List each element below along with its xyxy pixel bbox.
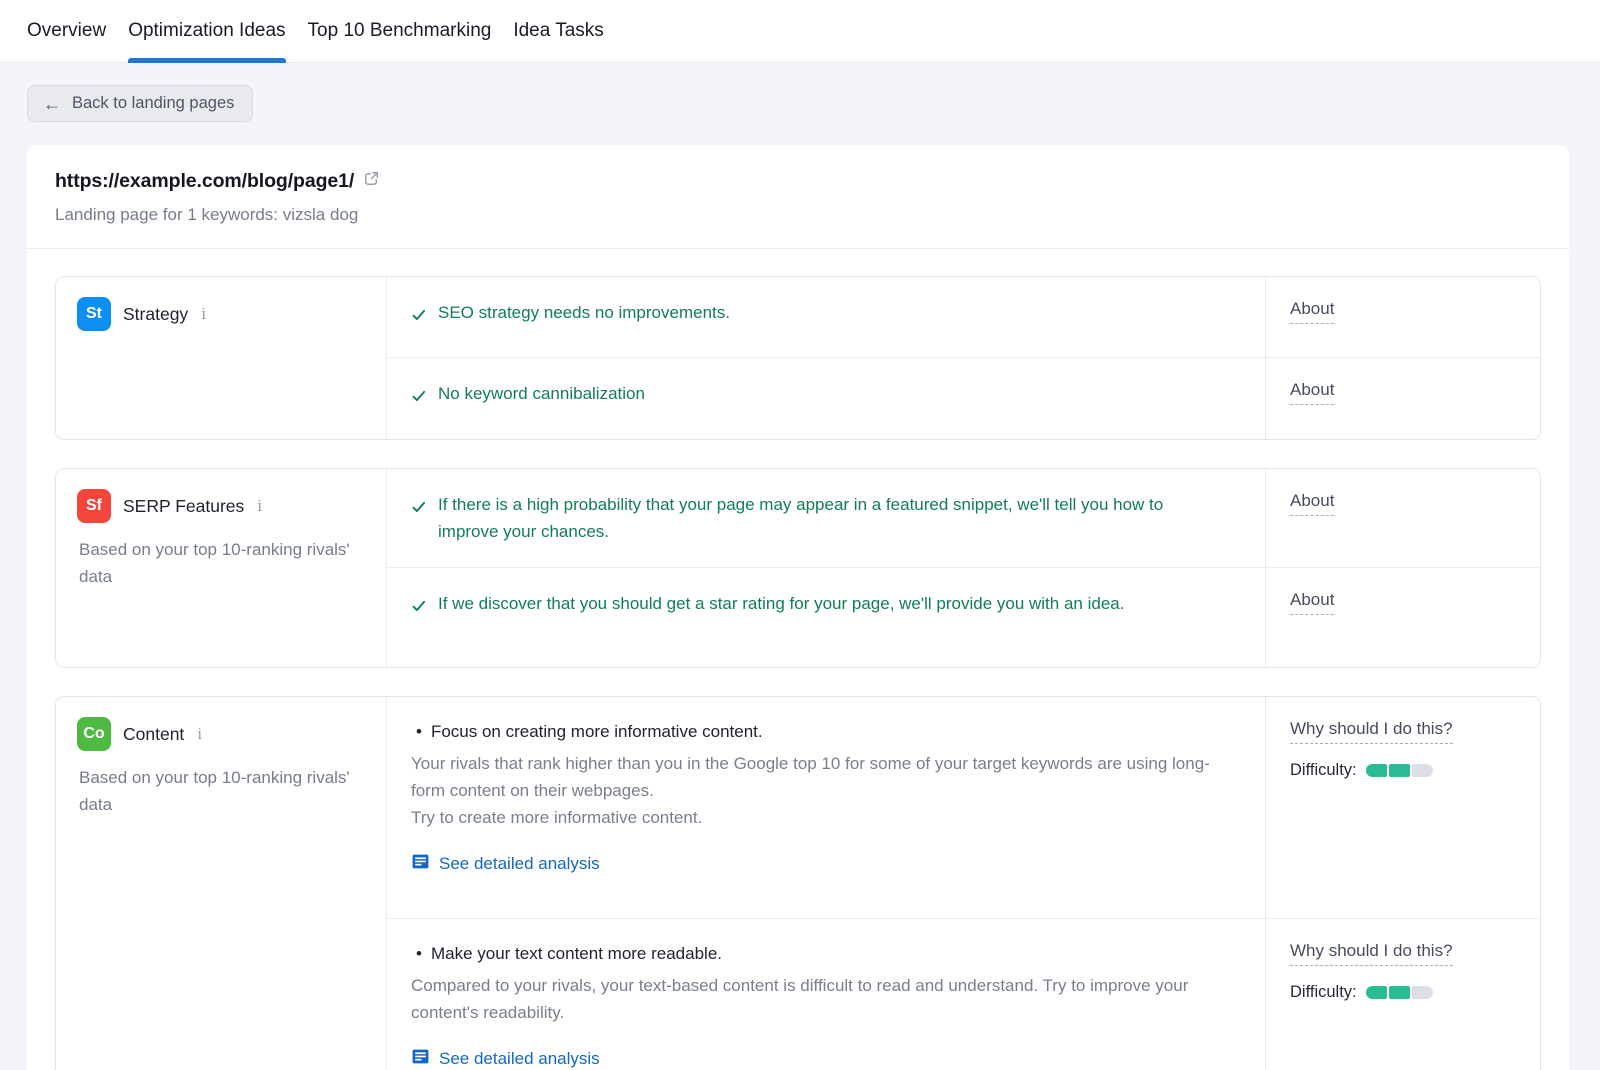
about-link[interactable]: About [1290, 380, 1334, 405]
idea-title: Focus on creating more informative conte… [411, 719, 1241, 745]
back-to-landing-pages-button[interactable]: ← Back to landing pages [27, 85, 253, 122]
about-link[interactable]: About [1290, 491, 1334, 516]
back-button-label: Back to landing pages [72, 94, 234, 113]
info-icon[interactable]: i [201, 305, 206, 323]
landing-page-report-panel: https://example.com/blog/page1/ Landing … [27, 145, 1569, 1070]
info-icon[interactable]: i [257, 497, 262, 515]
check-icon [411, 595, 427, 622]
section-title: Strategy [123, 304, 188, 325]
section-subtitle: Based on your top 10-ranking rivals' dat… [77, 536, 366, 590]
info-icon[interactable]: i [197, 725, 202, 743]
table-row: Focus on creating more informative conte… [387, 697, 1540, 919]
back-row: ← Back to landing pages [0, 63, 1600, 122]
section-strategy-header: St Strategy i [56, 277, 387, 439]
status-message: If we discover that you should get a sta… [411, 590, 1211, 617]
strategy-badge: St [77, 297, 111, 331]
why-should-i-do-this-link[interactable]: Why should I do this? [1290, 719, 1453, 744]
section-title: Content [123, 724, 184, 745]
report-icon [411, 1047, 430, 1070]
difficulty-meter [1366, 764, 1433, 777]
section-serp-header: Sf SERP Features i Based on your top 10-… [56, 469, 387, 667]
idea-title: Make your text content more readable. [411, 941, 1241, 967]
serp-features-badge: Sf [77, 489, 111, 523]
left-arrow-icon: ← [43, 95, 61, 113]
tab-overview[interactable]: Overview [27, 0, 106, 62]
external-link-icon[interactable] [363, 170, 380, 192]
status-message: If there is a high probability that your… [411, 491, 1211, 545]
status-message: SEO strategy needs no improvements. [411, 299, 1211, 326]
section-strategy: St Strategy i SEO [55, 276, 1541, 440]
section-content-header: Co Content i Based on your top 10-rankin… [56, 697, 387, 1070]
see-detailed-analysis-link[interactable]: See detailed analysis [411, 1047, 600, 1070]
report-tabs-bar: Overview Optimization Ideas Top 10 Bench… [0, 0, 1600, 63]
about-link[interactable]: About [1290, 590, 1334, 615]
page-subtitle: Landing page for 1 keywords: vizsla dog [55, 205, 1541, 225]
tab-optimization-ideas[interactable]: Optimization Ideas [128, 0, 285, 62]
check-icon [411, 304, 427, 331]
content-badge: Co [77, 717, 111, 751]
idea-description: Your rivals that rank higher than you in… [411, 750, 1221, 804]
difficulty-meter [1366, 986, 1433, 999]
report-icon [411, 852, 430, 876]
section-serp-features: Sf SERP Features i Based on your top 10-… [55, 468, 1541, 668]
check-icon [411, 496, 427, 523]
table-row: Make your text content more readable. Co… [387, 919, 1540, 1070]
why-should-i-do-this-link[interactable]: Why should I do this? [1290, 941, 1453, 966]
section-subtitle: Based on your top 10-ranking rivals' dat… [77, 764, 366, 818]
tab-top10-benchmarking[interactable]: Top 10 Benchmarking [308, 0, 492, 62]
about-link[interactable]: About [1290, 299, 1334, 324]
idea-description: Compared to your rivals, your text-based… [411, 972, 1221, 1026]
status-message: No keyword cannibalization [411, 380, 1211, 407]
table-row: If there is a high probability that your… [387, 469, 1540, 568]
table-row: If we discover that you should get a sta… [387, 568, 1540, 667]
idea-sections: St Strategy i SEO [27, 249, 1569, 1070]
table-row: SEO strategy needs no improvements. Abou… [387, 277, 1540, 358]
idea-description: Try to create more informative content. [411, 804, 1221, 831]
table-row: No keyword cannibalization About [387, 358, 1540, 439]
difficulty-label: Difficulty: [1290, 983, 1357, 1002]
check-icon [411, 385, 427, 412]
page-header: https://example.com/blog/page1/ Landing … [27, 145, 1569, 249]
section-content: Co Content i Based on your top 10-rankin… [55, 696, 1541, 1070]
see-detailed-analysis-link[interactable]: See detailed analysis [411, 852, 600, 876]
difficulty-label: Difficulty: [1290, 761, 1357, 780]
tab-idea-tasks[interactable]: Idea Tasks [513, 0, 603, 62]
page-title: https://example.com/blog/page1/ [55, 170, 354, 193]
section-title: SERP Features [123, 496, 244, 517]
